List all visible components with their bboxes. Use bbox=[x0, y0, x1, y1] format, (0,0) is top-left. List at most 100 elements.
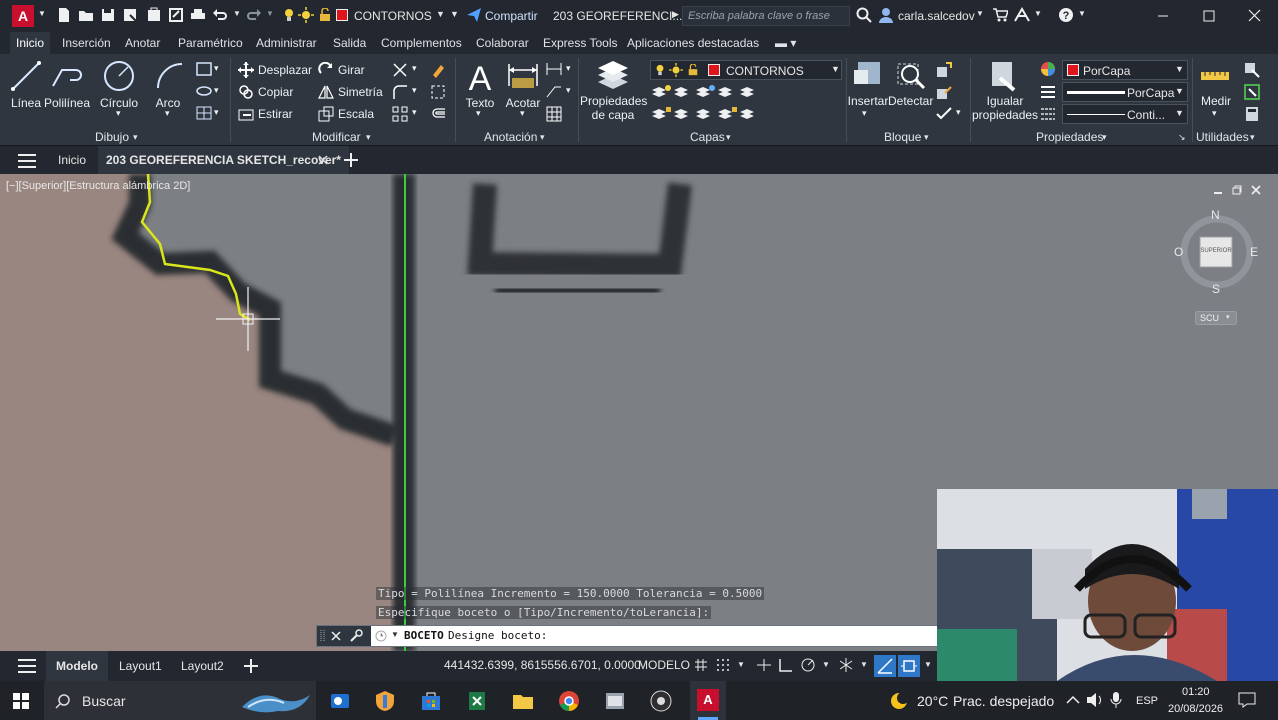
annotation-panel-title[interactable]: Anotación bbox=[484, 130, 537, 144]
hatch-chevron-icon[interactable]: ▾ bbox=[214, 107, 219, 118]
web-save-icon[interactable] bbox=[146, 7, 162, 23]
clock-date[interactable]: 20/08/2026 bbox=[1168, 703, 1223, 715]
table-icon[interactable] bbox=[546, 106, 562, 122]
detect-icon[interactable] bbox=[894, 60, 926, 92]
input-language[interactable]: ESP bbox=[1136, 695, 1158, 707]
tab-inicio[interactable]: Inicio bbox=[10, 32, 51, 54]
tab-anotar[interactable]: Anotar bbox=[125, 32, 160, 54]
ucs-chevron-icon[interactable]: ▾ bbox=[1226, 312, 1230, 324]
viewport-restore-icon[interactable] bbox=[1231, 184, 1243, 196]
viewport-controls-label[interactable]: [−][Superior][Estructura alámbrica 2D] bbox=[6, 180, 190, 192]
edit-attributes-icon[interactable] bbox=[936, 106, 952, 122]
file-explorer-app-icon[interactable] bbox=[512, 690, 534, 712]
block-panel-title[interactable]: Bloque bbox=[884, 130, 921, 144]
color-dropdown-chevron-icon[interactable]: ▼ bbox=[1175, 64, 1184, 74]
tab-aplicaciones-destacadas[interactable]: Aplicaciones destacadas bbox=[627, 32, 759, 54]
layer-properties-label-2[interactable]: de capa bbox=[580, 108, 646, 122]
utilities-panel-chevron-icon[interactable]: ▾ bbox=[1250, 132, 1255, 143]
dimension-tool-icon[interactable] bbox=[506, 60, 540, 92]
layer-dropdown-chevron-icon[interactable]: ▼ bbox=[436, 9, 445, 19]
copy-button[interactable]: Copiar bbox=[258, 85, 293, 99]
move-button[interactable]: Desplazar bbox=[258, 63, 312, 77]
new-tab-plus-icon[interactable] bbox=[344, 153, 358, 167]
array-chevron-icon[interactable]: ▾ bbox=[412, 107, 417, 118]
snap-chevron-icon[interactable]: ▼ bbox=[737, 660, 745, 669]
excel-app-icon[interactable] bbox=[466, 690, 488, 712]
properties-panel-title[interactable]: Propiedades bbox=[1036, 130, 1103, 144]
user-icon[interactable] bbox=[878, 7, 894, 23]
scale-button[interactable]: Escala bbox=[338, 107, 374, 121]
leader-chevron-icon[interactable]: ▾ bbox=[566, 85, 571, 96]
line-tool-icon[interactable] bbox=[10, 60, 42, 92]
search-expand-icon[interactable]: ▶ bbox=[672, 9, 679, 20]
autocad-taskbar-button[interactable]: A bbox=[690, 681, 726, 720]
coordinates-readout[interactable]: 441432.6399, 8615556.6701, 0.0000 bbox=[444, 658, 641, 672]
text-chevron-icon[interactable]: ▾ bbox=[476, 108, 481, 119]
color-dropdown[interactable]: PorCapa ▼ bbox=[1062, 60, 1188, 80]
save-as-icon[interactable] bbox=[122, 7, 138, 23]
hamburger-menu-icon[interactable] bbox=[18, 154, 36, 168]
insert-block-icon[interactable] bbox=[852, 60, 884, 92]
layout1-tab[interactable]: Layout1 bbox=[119, 651, 162, 681]
tray-overflow-chevron-icon[interactable] bbox=[1066, 694, 1080, 706]
viewcube-west[interactable]: O bbox=[1174, 245, 1183, 259]
command-line[interactable]: ▼ BOCETO Designe boceto: bbox=[316, 625, 938, 647]
polyline-tool-icon[interactable] bbox=[50, 60, 84, 92]
tab-colaborar[interactable]: Colaborar bbox=[476, 32, 529, 54]
weather-sun-moon-icon[interactable] bbox=[888, 690, 910, 712]
tab-parametrico[interactable]: Paramétrico bbox=[178, 32, 243, 54]
redo-icon[interactable] bbox=[246, 7, 262, 23]
modify-panel-chevron-icon[interactable]: ▾ bbox=[366, 132, 371, 143]
rectangle-chevron-icon[interactable]: ▾ bbox=[214, 63, 219, 74]
clock-time[interactable]: 01:20 bbox=[1182, 686, 1210, 698]
tab-administrar[interactable]: Administrar bbox=[256, 32, 317, 54]
leader-icon[interactable] bbox=[546, 84, 562, 98]
linear-dim-chevron-icon[interactable]: ▾ bbox=[566, 63, 571, 74]
isodraft-chevron-icon[interactable]: ▼ bbox=[860, 660, 868, 669]
linetype-dropdown[interactable]: Conti... ▼ bbox=[1062, 104, 1188, 124]
lineweight-dropdown[interactable]: PorCapa ▼ bbox=[1062, 82, 1188, 102]
text-tool-icon[interactable]: A bbox=[464, 58, 496, 94]
linetype-dropdown-chevron-icon[interactable]: ▼ bbox=[1175, 108, 1184, 118]
match-properties-label-1[interactable]: Igualar bbox=[972, 94, 1038, 108]
layers-panel-title[interactable]: Capas bbox=[690, 130, 725, 144]
layer-tools-row-1-icon[interactable] bbox=[652, 84, 768, 98]
help-chevron-icon[interactable]: ▼ bbox=[1078, 9, 1086, 18]
close-window-icon[interactable] bbox=[1232, 0, 1278, 32]
windows-start-icon[interactable] bbox=[13, 693, 29, 709]
app-menu-chevron-icon[interactable]: ▼ bbox=[38, 9, 46, 18]
dimension-chevron-icon[interactable]: ▾ bbox=[520, 108, 525, 119]
insert-chevron-icon[interactable]: ▾ bbox=[862, 108, 867, 119]
quick-select-icon[interactable] bbox=[1244, 62, 1260, 78]
layer-properties-icon[interactable] bbox=[596, 60, 630, 92]
user-name[interactable]: carla.salcedov bbox=[898, 9, 975, 23]
ellipse-chevron-icon[interactable]: ▾ bbox=[214, 85, 219, 96]
autodesk-a360-icon[interactable] bbox=[1014, 7, 1030, 23]
match-properties-label-2[interactable]: propiedades bbox=[972, 108, 1038, 122]
erase-icon[interactable] bbox=[430, 62, 446, 78]
undo-chevron-icon[interactable]: ▼ bbox=[233, 9, 241, 18]
command-customize-wrench-icon[interactable] bbox=[349, 629, 363, 643]
fillet-icon[interactable] bbox=[392, 84, 408, 100]
grid-icon[interactable] bbox=[694, 658, 708, 672]
outlook-app-icon[interactable] bbox=[329, 690, 351, 712]
modify-panel-title[interactable]: Modificar bbox=[312, 130, 361, 144]
tab-express-tools[interactable]: Express Tools bbox=[543, 32, 617, 54]
command-line-close-icon[interactable] bbox=[331, 631, 341, 641]
select-all-icon[interactable] bbox=[1244, 84, 1260, 100]
open-folder-icon[interactable] bbox=[78, 7, 94, 23]
layout2-tab[interactable]: Layout2 bbox=[181, 651, 224, 681]
weather-description[interactable]: Prac. despejado bbox=[953, 693, 1054, 709]
rotate-button[interactable]: Girar bbox=[338, 63, 365, 77]
undo-icon[interactable] bbox=[212, 7, 228, 23]
microphone-icon[interactable] bbox=[1110, 692, 1122, 708]
search-input[interactable]: Escriba palabra clave o frase bbox=[682, 6, 850, 26]
calculator-icon[interactable] bbox=[1244, 106, 1260, 122]
recent-commands-chevron-icon[interactable]: ▼ bbox=[391, 630, 399, 639]
maximize-window-icon[interactable] bbox=[1186, 0, 1232, 32]
trim-chevron-icon[interactable]: ▾ bbox=[412, 63, 417, 74]
recent-commands-icon[interactable] bbox=[375, 630, 387, 642]
export-icon[interactable] bbox=[168, 7, 184, 23]
circle-chevron-icon[interactable]: ▾ bbox=[116, 108, 121, 119]
model-tab[interactable]: Modelo bbox=[46, 651, 108, 681]
